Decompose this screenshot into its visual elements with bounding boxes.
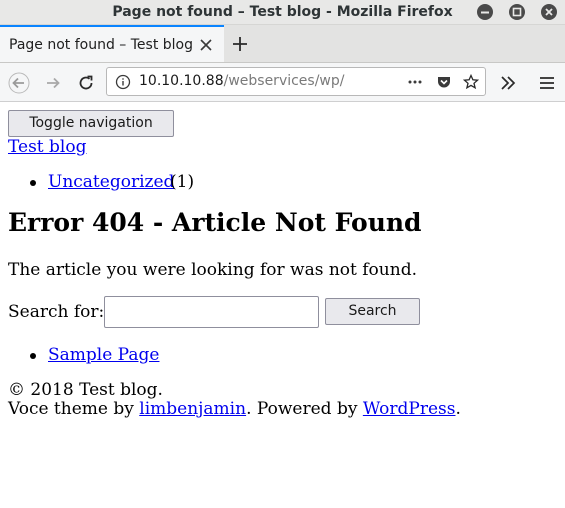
navigation-bar: 10.10.10.88/webservices/wp/ xyxy=(0,63,565,102)
new-tab-icon[interactable] xyxy=(230,34,250,54)
url-path: /webservices/wp/ xyxy=(223,73,345,89)
url-text[interactable]: 10.10.10.88/webservices/wp/ xyxy=(139,73,345,89)
tab-strip: Page not found – Test blog xyxy=(0,25,565,63)
credit-suffix: . xyxy=(455,399,461,419)
bookmark-star-icon[interactable] xyxy=(463,74,479,90)
wordpress-link[interactable]: WordPress xyxy=(363,399,456,419)
list-bullet xyxy=(30,180,36,186)
page-actions-icon[interactable] xyxy=(407,74,423,90)
site-title-link[interactable]: Test blog xyxy=(8,137,86,157)
page-heading: Error 404 - Article Not Found xyxy=(8,208,422,237)
credit-prefix: Voce theme by xyxy=(8,399,140,419)
reload-icon[interactable] xyxy=(75,72,97,94)
footer-copyright: © 2018 Test blog. xyxy=(8,380,163,400)
close-window-button[interactable] xyxy=(541,4,557,20)
error-message: The article you were looking for was not… xyxy=(8,260,417,280)
close-icon xyxy=(545,8,553,16)
footer-credit: Voce theme by limbenjamin. Powered by Wo… xyxy=(8,399,461,419)
page-link-sample-page[interactable]: Sample Page xyxy=(48,345,159,365)
pocket-icon[interactable] xyxy=(436,74,452,90)
forward-icon[interactable] xyxy=(42,72,64,94)
category-link-uncategorized[interactable]: Uncategorized xyxy=(48,172,174,192)
category-count: (1) xyxy=(170,172,195,192)
back-icon[interactable] xyxy=(8,72,30,94)
window-titlebar: Page not found – Test blog - Mozilla Fir… xyxy=(0,0,565,25)
search-input[interactable] xyxy=(104,296,319,328)
list-bullet xyxy=(30,353,36,359)
site-info-icon[interactable] xyxy=(115,74,131,90)
toggle-navigation-button[interactable]: Toggle navigation xyxy=(8,110,174,137)
tab-title: Page not found – Test blog xyxy=(9,37,193,53)
hamburger-menu-icon[interactable] xyxy=(536,72,558,94)
search-label: Search for: xyxy=(8,302,105,322)
maximize-button[interactable] xyxy=(509,4,525,20)
minimize-icon xyxy=(481,11,489,14)
tab-close-icon[interactable] xyxy=(199,38,213,52)
minimize-button[interactable] xyxy=(477,4,493,20)
url-host: 10.10.10.88 xyxy=(139,73,224,89)
tab-active[interactable]: Page not found – Test blog xyxy=(0,25,224,62)
maximize-icon xyxy=(512,7,522,17)
theme-author-link[interactable]: limbenjamin xyxy=(139,399,246,419)
url-bar[interactable]: 10.10.10.88/webservices/wp/ xyxy=(106,67,486,96)
credit-middle: . Powered by xyxy=(246,399,363,419)
search-button[interactable]: Search xyxy=(325,298,420,325)
overflow-icon[interactable] xyxy=(497,72,519,94)
